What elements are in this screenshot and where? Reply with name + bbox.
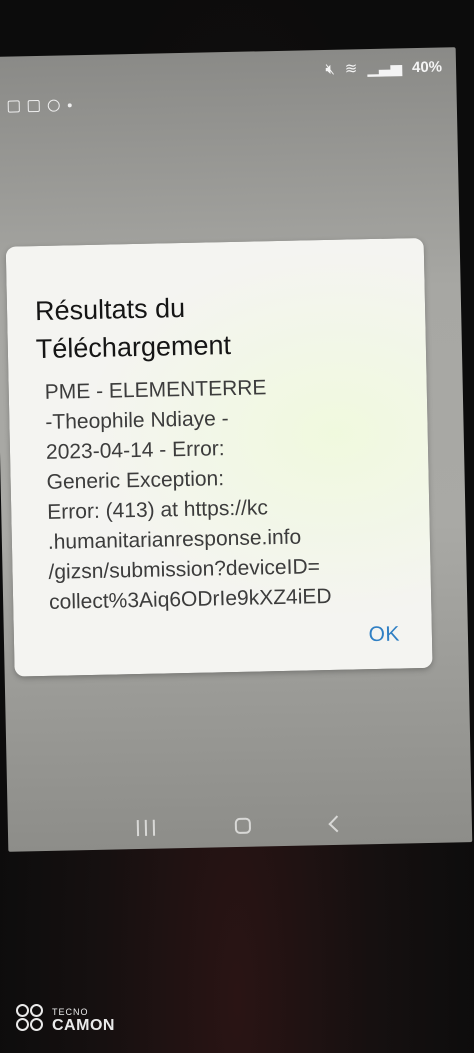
recents-icon[interactable] (136, 819, 156, 837)
upload-results-dialog: Résultats du Téléchargement PME - ELEMEN… (5, 237, 433, 677)
image-icon (27, 99, 41, 112)
status-bar: 🔇︎ ≋ ▁▃▅ 40% (0, 47, 456, 97)
battery-level: 40% (411, 58, 443, 76)
clipboard-icon (7, 99, 21, 113)
mute-icon: 🔇︎ (325, 60, 336, 78)
phone-screen: 🔇︎ ≋ ▁▃▅ 40% 6 Résultats du Téléchargeme… (0, 47, 473, 852)
wifi-icon: ≋ (344, 60, 358, 78)
signal-icon: ▁▃▅ (367, 59, 403, 78)
camera-brand-logo-icon (16, 1004, 46, 1034)
notification-icons: 6 (0, 97, 73, 114)
ok-button[interactable]: OK (362, 618, 406, 651)
status-icons: 🔇︎ ≋ ▁▃▅ 40% (325, 58, 442, 78)
dialog-title: Résultats du Téléchargement (34, 292, 232, 365)
dialog-message: PME - ELEMENTERRE -Theophile Ndiaye - 20… (44, 376, 332, 614)
more-notifications-icon (67, 102, 73, 107)
brand-model: CAMON (52, 1017, 115, 1034)
sync-icon (47, 99, 61, 112)
camera-watermark: TECNO CAMON (16, 1004, 115, 1034)
home-icon[interactable] (234, 817, 252, 835)
back-icon[interactable] (328, 815, 346, 833)
